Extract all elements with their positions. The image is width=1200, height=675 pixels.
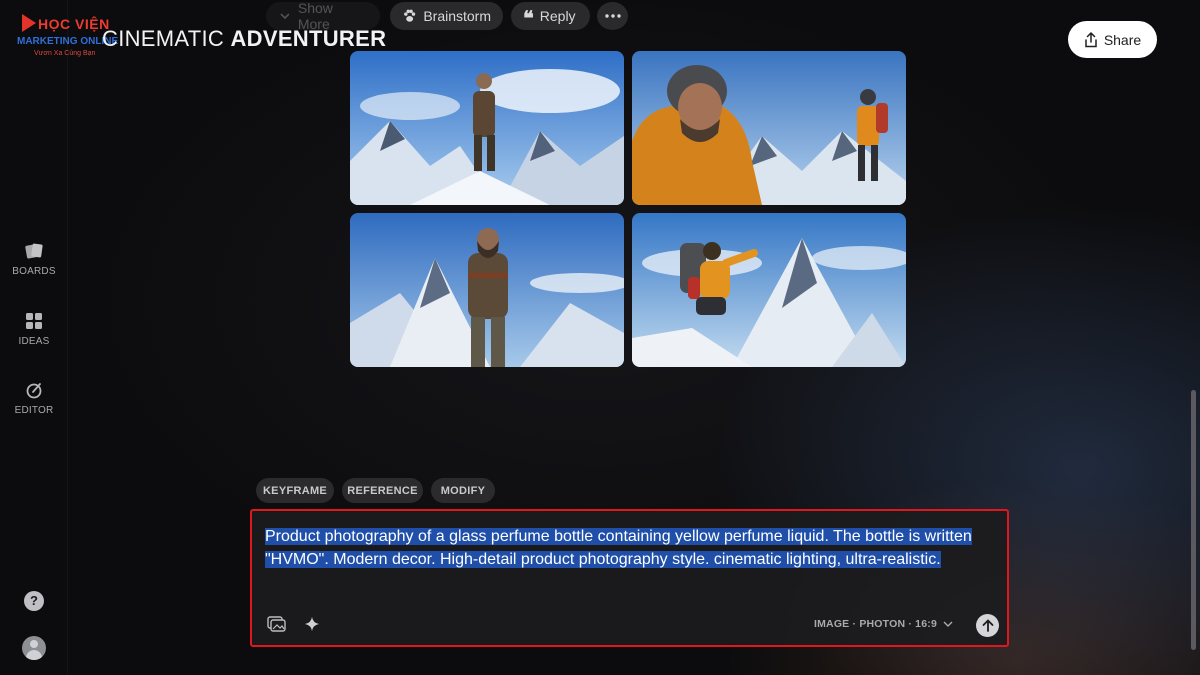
sidebar-item-label: IDEAS <box>18 336 50 347</box>
modify-chip[interactable]: MODIFY <box>431 478 495 503</box>
sidebar-item-label: EDITOR <box>14 405 54 416</box>
share-button[interactable]: Share <box>1068 21 1157 58</box>
model-select-label: IMAGE · PHOTON · 16:9 <box>813 618 937 630</box>
quote-icon: ❝ <box>523 8 534 30</box>
board-title-light: CINEMATIC <box>102 26 231 51</box>
submit-button[interactable] <box>976 614 999 637</box>
show-more-button[interactable]: Show More <box>266 0 380 32</box>
watermark-line1: HỌC VIỆN <box>38 16 110 32</box>
editor-icon <box>26 383 42 399</box>
chevron-down-icon <box>943 621 953 627</box>
avatar-head-shape <box>30 640 38 648</box>
image-stack-icon <box>267 616 286 632</box>
expand-icon <box>280 13 290 20</box>
reference-chip[interactable]: REFERENCE <box>342 478 423 503</box>
sidebar-item-label: BOARDS <box>12 266 56 277</box>
ellipsis-icon <box>604 14 621 18</box>
show-more-label: Show More <box>297 0 333 32</box>
avatar[interactable] <box>22 636 46 660</box>
sidebar-item-boards[interactable]: BOARDS <box>0 242 68 277</box>
sidebar-item-ideas[interactable]: IDEAS <box>0 312 68 347</box>
prompt-selected-text: Product photography of a glass perfume b… <box>265 528 972 568</box>
ideas-icon <box>26 313 42 329</box>
reply-label: Reply <box>539 8 576 24</box>
explorer-mountain-peak-illustration <box>350 213 624 367</box>
brainstorm-label: Brainstorm <box>423 8 491 24</box>
sidebar: BOARDS IDEAS EDITOR ? <box>0 0 68 675</box>
explorer-on-snowy-ridge-illustration <box>350 51 624 205</box>
play-logo-icon <box>22 14 36 32</box>
reply-button[interactable]: ❝ Reply <box>511 2 590 30</box>
model-select[interactable]: IMAGE · PHOTON · 16:9 <box>814 618 953 630</box>
brainstorm-button[interactable]: Brainstorm <box>390 2 503 30</box>
prompt-text[interactable]: Product photography of a glass perfume b… <box>265 525 995 571</box>
avatar-body-shape <box>26 650 42 660</box>
sparkle-icon <box>305 617 319 631</box>
enhance-prompt-button[interactable] <box>303 615 321 638</box>
share-icon <box>1085 31 1097 47</box>
share-label: Share <box>1103 31 1142 48</box>
prompt-input-box[interactable]: Product photography of a glass perfume b… <box>250 509 1009 647</box>
climber-summit-illustration <box>632 213 906 367</box>
scrollbar[interactable] <box>1191 390 1196 650</box>
generated-image-1[interactable] <box>350 51 624 205</box>
generated-image-3[interactable] <box>350 213 624 367</box>
arrow-up-icon <box>982 619 993 632</box>
watermark-line3: Vươn Xa Cùng Bạn <box>34 50 96 57</box>
paw-icon <box>404 9 416 22</box>
generated-image-4[interactable] <box>632 213 906 367</box>
climber-portrait-illustration <box>632 51 906 205</box>
sidebar-item-editor[interactable]: EDITOR <box>0 381 68 416</box>
help-button[interactable]: ? <box>24 591 44 611</box>
generated-image-2[interactable] <box>632 51 906 205</box>
add-image-button[interactable] <box>267 615 287 638</box>
keyframe-chip[interactable]: KEYFRAME <box>256 478 334 503</box>
more-options-button[interactable] <box>597 2 628 30</box>
boards-icon <box>25 243 43 259</box>
